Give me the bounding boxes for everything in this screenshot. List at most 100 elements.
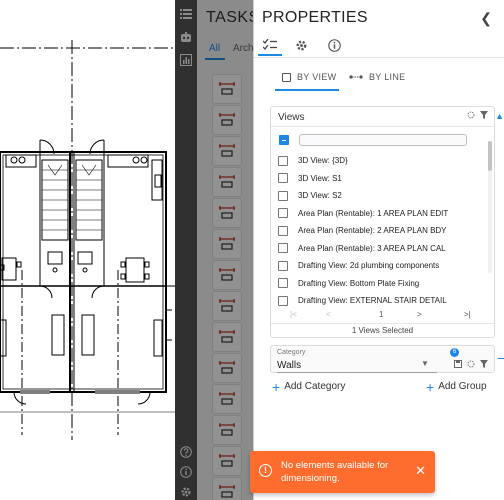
task-item[interactable] <box>212 198 242 228</box>
dimension-icon <box>219 299 235 312</box>
task-item[interactable] <box>212 384 242 414</box>
dimension-icon <box>219 392 235 405</box>
view-checkbox[interactable] <box>278 173 288 184</box>
view-list-item[interactable]: Area Plan (Rentable): 1 AREA PLAN EDIT <box>271 205 489 223</box>
line-icon <box>349 75 363 79</box>
views-card: Views 3D View: {3D} 3D View: S1 3D View: S… <box>270 106 495 338</box>
task-item[interactable] <box>212 260 242 290</box>
tab-all[interactable]: All <box>209 43 220 54</box>
view-list-item[interactable]: Area Plan (Rentable): 3 AREA PLAN CAL <box>271 240 489 258</box>
views-search-input[interactable] <box>299 134 467 146</box>
view-list-item[interactable]: 3D View: S1 <box>271 170 489 188</box>
error-toast: ! No elements available for dimensioning… <box>250 451 435 493</box>
filter-icon[interactable] <box>480 111 488 119</box>
views-pager: |< < 1 > >| <box>271 307 494 323</box>
last-page-button[interactable]: >| <box>464 310 471 319</box>
task-item[interactable] <box>212 446 242 476</box>
view-checkbox[interactable] <box>278 190 288 201</box>
task-item[interactable] <box>212 415 242 445</box>
chevron-up-icon[interactable]: ▲ <box>495 111 504 121</box>
task-item[interactable] <box>212 136 242 166</box>
task-item[interactable] <box>212 167 242 197</box>
tab-arch[interactable]: Arch <box>233 43 253 54</box>
refresh-icon[interactable] <box>467 111 475 119</box>
left-icon-bar <box>175 0 197 500</box>
task-item[interactable] <box>212 353 242 383</box>
properties-panel: PROPERTIES ❮ BY VIEW BY LINE ▲ Views 3D … <box>253 0 504 500</box>
chevron-left-icon[interactable]: ❮ <box>480 10 492 27</box>
task-item[interactable] <box>212 291 242 321</box>
toast-message: No elements available for dimensioning. <box>281 460 389 484</box>
chart-icon[interactable] <box>178 52 194 68</box>
view-label: Drafting View: Bottom Plate Fixing <box>298 278 420 288</box>
first-page-button[interactable]: |< <box>290 310 297 319</box>
view-checkbox[interactable] <box>278 208 288 219</box>
dimension-icon <box>219 82 235 95</box>
view-list-item[interactable]: 3D View: {3D} <box>271 152 489 170</box>
alert-icon: ! <box>259 464 272 477</box>
views-scrollbar[interactable] <box>488 141 492 273</box>
view-list-item[interactable]: 3D View: S2 <box>271 187 489 205</box>
dimension-icon <box>219 268 235 281</box>
info-icon[interactable] <box>178 464 194 480</box>
prev-page-button[interactable]: < <box>326 310 331 319</box>
dimension-icon <box>219 237 235 250</box>
select-all-checkbox[interactable] <box>279 135 289 145</box>
views-header: Views <box>271 107 494 127</box>
task-item[interactable] <box>212 105 242 135</box>
view-checkbox[interactable] <box>278 260 288 271</box>
checklist-icon[interactable] <box>259 35 281 55</box>
refresh-icon[interactable] <box>467 360 475 368</box>
view-label: Area Plan (Rentable): 1 AREA PLAN EDIT <box>298 208 449 218</box>
task-item[interactable] <box>212 229 242 259</box>
task-item[interactable] <box>212 322 242 352</box>
floor-plan-canvas[interactable] <box>0 0 175 500</box>
add-group-button[interactable]: + Add Group <box>426 378 487 395</box>
view-label: 3D View: S1 <box>298 173 342 183</box>
save-icon[interactable]: 6 <box>450 348 462 373</box>
by-view-button[interactable]: BY VIEW <box>282 66 336 88</box>
views-list: 3D View: {3D} 3D View: S1 3D View: S2 Area … <box>271 152 489 310</box>
scroll-thumb[interactable] <box>488 141 492 171</box>
dimension-icon <box>219 144 235 157</box>
filter-icon[interactable] <box>480 360 488 368</box>
dimension-icon <box>219 206 235 219</box>
by-view-label: BY VIEW <box>297 72 337 82</box>
info-icon[interactable] <box>323 35 345 55</box>
view-checkbox[interactable] <box>278 243 288 254</box>
gear-icon[interactable] <box>178 484 194 500</box>
view-label: Area Plan (Rentable): 2 AREA PLAN BDY <box>298 226 447 236</box>
view-list-item[interactable]: Area Plan (Rentable): 2 AREA PLAN BDY <box>271 222 489 240</box>
view-checkbox[interactable] <box>278 155 288 166</box>
category-select[interactable]: Category Walls ▼ 6 <box>270 345 495 373</box>
category-label: Category <box>277 349 306 356</box>
next-page-button[interactable]: > <box>417 310 422 319</box>
robot-icon[interactable] <box>178 30 194 46</box>
view-label: Drafting View: 2d plumbing components <box>298 261 440 271</box>
category-remove-icon[interactable] <box>498 358 504 359</box>
panel-title: PROPERTIES <box>262 9 368 26</box>
view-label: Drafting View: EXTERNAL STAIR DETAIL <box>298 296 447 306</box>
view-checkbox[interactable] <box>278 278 288 289</box>
view-mode-toggle: BY VIEW BY LINE <box>254 66 504 91</box>
floor-plan-drawing <box>0 40 175 440</box>
add-group-label: Add Group <box>438 381 487 392</box>
close-icon[interactable]: ✕ <box>415 463 426 479</box>
task-item[interactable] <box>212 477 242 500</box>
list-icon[interactable] <box>178 6 194 22</box>
task-item[interactable] <box>212 74 242 104</box>
dimension-icon <box>219 330 235 343</box>
tab-indicator <box>258 54 282 56</box>
by-line-button[interactable]: BY LINE <box>349 66 405 88</box>
plus-icon: + <box>426 378 435 395</box>
help-icon[interactable] <box>178 444 194 460</box>
view-list-item[interactable]: Drafting View: Bottom Plate Fixing <box>271 275 489 293</box>
page-number: 1 <box>379 310 384 319</box>
view-checkbox[interactable] <box>278 295 288 306</box>
view-checkbox[interactable] <box>278 225 288 236</box>
view-list-item[interactable]: Drafting View: 2d plumbing components <box>271 257 489 275</box>
caret-down-icon[interactable]: ▼ <box>421 359 429 368</box>
add-category-button[interactable]: + Add Category <box>272 380 345 394</box>
gear-icon[interactable] <box>290 35 312 55</box>
divider <box>254 57 504 58</box>
